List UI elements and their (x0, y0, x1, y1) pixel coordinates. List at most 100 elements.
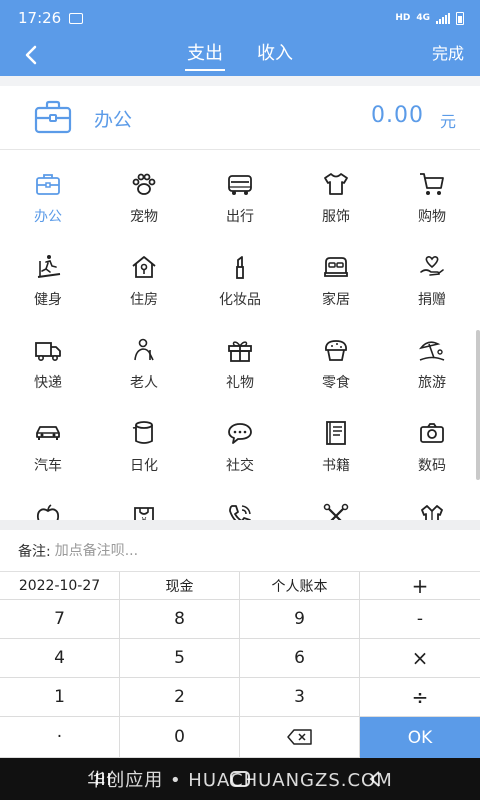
menu-icon[interactable] (94, 770, 112, 788)
category-donation[interactable]: 捐赠 (384, 233, 480, 316)
apple-icon (36, 504, 60, 520)
plus-key[interactable]: + (360, 572, 480, 600)
category-label: 汽车 (34, 458, 62, 474)
phone-icon (229, 505, 251, 520)
status-time: 17:26 (18, 9, 62, 27)
multiply-key[interactable]: × (360, 639, 480, 678)
status-bar: 17:26 HD 4G (0, 0, 480, 36)
home-icon[interactable] (229, 770, 251, 788)
category-books[interactable]: 书籍 (288, 399, 384, 482)
digit-key-6[interactable]: 6 (240, 639, 360, 678)
tab-income[interactable]: 收入 (255, 36, 295, 76)
category-label: 零食 (322, 375, 350, 391)
ledger-button[interactable]: 个人账本 (240, 572, 360, 600)
heart-hand-icon (420, 256, 444, 276)
amount-display: 0.00 (371, 103, 424, 128)
digit-key-9[interactable]: 9 (240, 600, 360, 639)
digit-key-3[interactable]: 3 (240, 678, 360, 717)
category-apparel[interactable] (384, 482, 480, 520)
clothes-icon (421, 505, 443, 520)
category-label: 书籍 (322, 458, 350, 474)
digit-key-4[interactable]: 4 (0, 639, 120, 678)
bed-icon (324, 257, 348, 277)
shirt-icon (324, 173, 348, 195)
category-label: 服饰 (322, 209, 350, 225)
category-social[interactable]: 社交 (192, 399, 288, 482)
bag-icon: ¥ (134, 507, 154, 520)
divider (0, 76, 480, 86)
date-picker-button[interactable]: 2022-10-27 (0, 572, 120, 600)
category-label: 健身 (34, 292, 62, 308)
tools-icon (323, 503, 349, 520)
category-tourism[interactable]: 旅游 (384, 316, 480, 399)
signal-icon (436, 12, 450, 24)
category-elderly[interactable]: 老人 (96, 316, 192, 399)
category-fitness[interactable]: 健身 (0, 233, 96, 316)
truck-icon (35, 342, 61, 361)
book-icon (326, 421, 346, 445)
digit-key-0[interactable]: 0 (120, 717, 240, 758)
digit-key-7[interactable]: 7 (0, 600, 120, 639)
category-cosmetics[interactable]: 化妆品 (192, 233, 288, 316)
system-nav-bar (0, 758, 480, 800)
grid-scrollbar[interactable] (476, 330, 480, 480)
back-nav-icon[interactable] (368, 770, 382, 788)
digit-key-1[interactable]: 1 (0, 678, 120, 717)
note-row: 备注: (0, 530, 480, 572)
digit-key-8[interactable]: 8 (120, 600, 240, 639)
category-grid: 办公 宠物 出行 服饰 购物 健身 住房 化妆品 家居 捐赠 快递 老人 礼物 … (0, 150, 480, 520)
category-pet[interactable]: 宠物 (96, 150, 192, 233)
category-label: 数码 (418, 458, 446, 474)
category-shopping[interactable]: 购物 (384, 150, 480, 233)
category-fruit[interactable] (0, 482, 96, 520)
digit-key-5[interactable]: 5 (120, 639, 240, 678)
category-car[interactable]: 汽车 (0, 399, 96, 482)
muffin-icon (325, 340, 347, 361)
currency-unit: 元 (439, 112, 456, 131)
category-label: 捐赠 (418, 292, 446, 308)
category-label: 老人 (130, 375, 158, 391)
hd-indicator: HD (395, 13, 411, 23)
decimal-key[interactable]: · (0, 717, 120, 758)
divide-key[interactable]: ÷ (360, 678, 480, 717)
elder-icon (134, 338, 154, 361)
note-input[interactable] (54, 542, 435, 559)
category-snacks[interactable]: 零食 (288, 316, 384, 399)
ok-button[interactable]: OK (360, 717, 480, 758)
category-travel[interactable]: 出行 (192, 150, 288, 233)
minus-key[interactable]: - (360, 600, 480, 639)
status-icons: HD 4G (395, 11, 464, 25)
tab-expense[interactable]: 支出 (185, 36, 225, 76)
category-digital[interactable]: 数码 (384, 399, 480, 482)
treadmill-icon (37, 255, 61, 278)
category-clothing[interactable]: 服饰 (288, 150, 384, 233)
house-icon (132, 256, 156, 278)
category-bag[interactable]: ¥ (96, 482, 192, 520)
category-label: 日化 (130, 458, 158, 474)
category-housing[interactable]: 住房 (96, 233, 192, 316)
category-phone[interactable] (192, 482, 288, 520)
category-label: 旅游 (418, 375, 446, 391)
cart-icon (420, 173, 444, 195)
network-type: 4G (416, 13, 430, 23)
paw-icon (132, 173, 156, 195)
category-label: 礼物 (226, 375, 254, 391)
nav-bar: 支出 收入 完成 (0, 36, 480, 76)
category-repair[interactable] (288, 482, 384, 520)
category-label: 住房 (130, 292, 158, 308)
category-label: 快递 (34, 375, 62, 391)
category-office[interactable]: 办公 (0, 150, 96, 233)
camera-icon (420, 423, 444, 443)
account-button[interactable]: 现金 (120, 572, 240, 600)
briefcase-icon (34, 100, 72, 134)
digit-key-2[interactable]: 2 (120, 678, 240, 717)
done-button[interactable]: 完成 (432, 36, 464, 72)
category-label: 购物 (418, 209, 446, 225)
category-home[interactable]: 家居 (288, 233, 384, 316)
type-tabs: 支出 收入 (0, 36, 480, 76)
backspace-key[interactable] (240, 717, 360, 758)
category-gift[interactable]: 礼物 (192, 316, 288, 399)
category-daily-chemicals[interactable]: 日化 (96, 399, 192, 482)
category-express[interactable]: 快递 (0, 316, 96, 399)
auto-icon (36, 426, 60, 440)
